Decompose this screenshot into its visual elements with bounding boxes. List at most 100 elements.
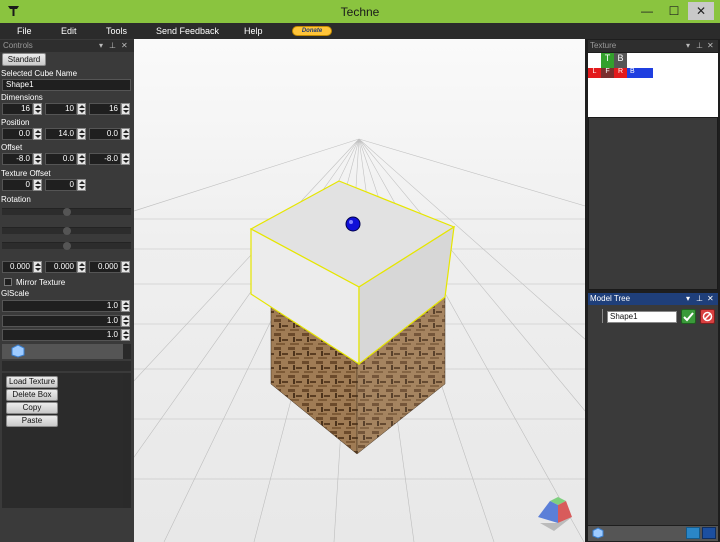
texture-offset-x-spinner[interactable] bbox=[33, 179, 42, 191]
viewport-canvas[interactable] bbox=[134, 39, 585, 542]
texture-offset-label: Texture Offset bbox=[1, 169, 51, 178]
texture-offset-y-spinner[interactable] bbox=[77, 179, 86, 191]
settings-icon[interactable] bbox=[702, 527, 716, 539]
dimension-y-spinner[interactable] bbox=[77, 103, 86, 115]
glscale-x-field[interactable]: 1.0 bbox=[2, 300, 121, 312]
dropdown-icon[interactable]: ▾ bbox=[99, 40, 103, 52]
rotation-x-spinner[interactable] bbox=[33, 261, 42, 273]
dropdown-icon[interactable]: ▾ bbox=[686, 40, 690, 52]
menu-bar: File Edit Tools Send Feedback Help bbox=[0, 23, 720, 39]
dimension-z-spinner[interactable] bbox=[121, 103, 130, 115]
position-z-spinner[interactable] bbox=[121, 128, 130, 140]
selected-cube-name-field[interactable]: Shape1 bbox=[2, 79, 131, 91]
offset-label: Offset bbox=[1, 143, 23, 152]
glscale-y-field[interactable]: 1.0 bbox=[2, 315, 121, 327]
close-icon[interactable]: ✕ bbox=[707, 40, 714, 52]
rotation-y-field[interactable]: 0.000 bbox=[45, 261, 77, 273]
rotation-z-field[interactable]: 0.000 bbox=[89, 261, 121, 273]
paste-button[interactable]: Paste bbox=[6, 415, 58, 427]
glscale-z-spinner[interactable] bbox=[121, 329, 130, 341]
menu-send-feedback[interactable]: Send Feedback bbox=[156, 26, 219, 36]
close-icon[interactable]: ✕ bbox=[121, 40, 128, 52]
rotation-y-slider[interactable] bbox=[2, 227, 131, 235]
pin-icon[interactable]: ⊥ bbox=[696, 40, 703, 52]
menu-tools[interactable]: Tools bbox=[106, 26, 127, 36]
nav-cube-icon[interactable] bbox=[538, 497, 572, 531]
menu-file[interactable]: File bbox=[17, 26, 32, 36]
menu-edit[interactable]: Edit bbox=[61, 26, 77, 36]
offset-x-field[interactable]: -8.0 bbox=[2, 153, 33, 165]
copy-button[interactable]: Copy bbox=[6, 402, 58, 414]
check-icon[interactable] bbox=[681, 309, 696, 324]
standard-button[interactable]: Standard bbox=[2, 53, 46, 66]
slider-knob[interactable] bbox=[63, 227, 71, 235]
dimension-y-field[interactable]: 10 bbox=[45, 103, 77, 115]
delete-icon[interactable] bbox=[700, 309, 715, 324]
glscale-z-field[interactable]: 1.0 bbox=[2, 329, 121, 341]
tree-item-name[interactable]: Shape1 bbox=[607, 311, 677, 323]
texture-offset-y-field[interactable]: 0 bbox=[45, 179, 77, 191]
list-header bbox=[2, 361, 131, 371]
selected-cube-label: Selected Cube Name bbox=[1, 69, 78, 78]
maximize-button[interactable]: ☐ bbox=[661, 2, 687, 20]
close-button[interactable]: ✕ bbox=[688, 2, 714, 20]
scroll-indicator[interactable] bbox=[123, 344, 131, 359]
face-front: F bbox=[601, 68, 614, 78]
offset-y-field[interactable]: 0.0 bbox=[45, 153, 77, 165]
glscale-x-spinner[interactable] bbox=[121, 300, 130, 312]
offset-y-spinner[interactable] bbox=[77, 153, 86, 165]
tree-connector bbox=[602, 309, 603, 323]
texture-panel-body bbox=[588, 117, 718, 290]
texture-header: Texture ▾ ⊥ ✕ bbox=[588, 40, 718, 52]
slider-knob[interactable] bbox=[63, 242, 71, 250]
title-bar: Techne — ☐ ✕ bbox=[0, 0, 720, 23]
position-y-spinner[interactable] bbox=[77, 128, 86, 140]
load-texture-button[interactable]: Load Texture bbox=[6, 376, 58, 388]
controls-header: Controls ▾ ⊥ ✕ bbox=[0, 40, 134, 52]
rotation-x-field[interactable]: 0.000 bbox=[2, 261, 33, 273]
dimension-x-spinner[interactable] bbox=[33, 103, 42, 115]
offset-z-spinner[interactable] bbox=[121, 153, 130, 165]
rotation-y-spinner[interactable] bbox=[77, 261, 86, 273]
face-top: T bbox=[601, 53, 614, 68]
pivot-highlight bbox=[349, 220, 353, 224]
mirror-texture-checkbox[interactable] bbox=[4, 278, 12, 286]
3d-viewport[interactable] bbox=[134, 39, 585, 542]
glscale-y-spinner[interactable] bbox=[121, 315, 130, 327]
position-x-spinner[interactable] bbox=[33, 128, 42, 140]
dimension-x-field[interactable]: 16 bbox=[2, 103, 33, 115]
model-tree-title: Model Tree bbox=[590, 294, 631, 303]
pin-icon[interactable]: ⊥ bbox=[696, 293, 703, 305]
minimize-button[interactable]: — bbox=[634, 2, 660, 20]
face-right: R bbox=[614, 68, 627, 78]
dropdown-icon[interactable]: ▾ bbox=[686, 293, 690, 305]
dimension-z-field[interactable]: 16 bbox=[89, 103, 121, 115]
face-left: L bbox=[588, 68, 601, 78]
offset-x-spinner[interactable] bbox=[33, 153, 42, 165]
pivot-handle[interactable] bbox=[345, 216, 361, 232]
close-icon[interactable]: ✕ bbox=[707, 293, 714, 305]
model-tree: Shape1 bbox=[588, 305, 718, 525]
texture-preview[interactable]: T B L F R B bbox=[588, 53, 718, 117]
cube-icon[interactable] bbox=[592, 527, 604, 539]
donate-button[interactable]: Donate bbox=[292, 26, 332, 36]
texture-offset-x-field[interactable]: 0 bbox=[2, 179, 33, 191]
position-z-field[interactable]: 0.0 bbox=[89, 128, 121, 140]
slider-knob[interactable] bbox=[63, 208, 71, 216]
pin-icon[interactable]: ⊥ bbox=[109, 40, 116, 52]
cube-icon bbox=[11, 344, 25, 358]
position-y-field[interactable]: 14.0 bbox=[45, 128, 77, 140]
rotation-x-slider[interactable] bbox=[2, 208, 131, 216]
rotation-z-slider[interactable] bbox=[2, 242, 131, 250]
controls-title: Controls bbox=[3, 41, 33, 50]
delete-box-button[interactable]: Delete Box bbox=[6, 389, 58, 401]
texture-selector-strip[interactable] bbox=[2, 344, 131, 359]
add-box-icon[interactable] bbox=[686, 527, 700, 539]
model-tree-toolbar bbox=[588, 526, 718, 541]
menu-help[interactable]: Help bbox=[244, 26, 263, 36]
position-x-field[interactable]: 0.0 bbox=[2, 128, 33, 140]
offset-z-field[interactable]: -8.0 bbox=[89, 153, 121, 165]
actions-scrollbar[interactable] bbox=[123, 373, 131, 508]
model-tree-header: Model Tree ▾ ⊥ ✕ bbox=[588, 293, 718, 305]
rotation-z-spinner[interactable] bbox=[121, 261, 130, 273]
